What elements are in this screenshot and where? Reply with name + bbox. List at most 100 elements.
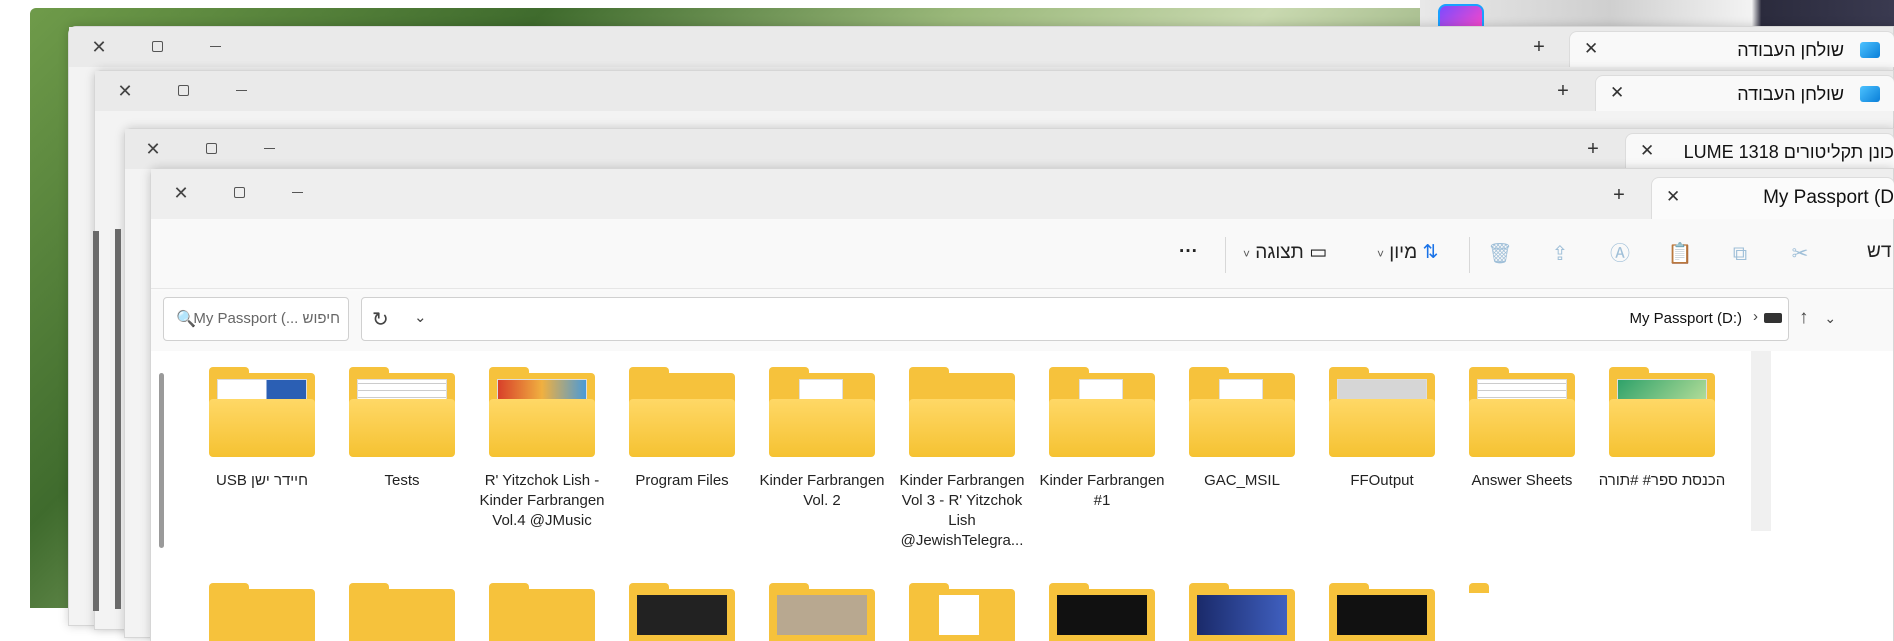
item-label: Tests xyxy=(384,472,420,489)
nav-buttons: ↑ ⌄ xyxy=(1799,307,1836,329)
item-label: Kinder Farbrangen Vol 3 - R' Yitzchok Li… xyxy=(899,472,1025,549)
tab-cd-drive[interactable]: ✕ כונן תקליטורים LUME 1318 xyxy=(1625,133,1894,169)
folder-item[interactable]: FFOutput xyxy=(1317,367,1447,491)
toolbar-separator xyxy=(1225,237,1226,273)
item-label: Answer Sheets xyxy=(1471,472,1573,489)
tab-close-icon[interactable]: ✕ xyxy=(1610,83,1624,103)
up-arrow-icon[interactable]: ↑ xyxy=(1799,307,1809,328)
folder-item[interactable] xyxy=(629,583,735,641)
close-button[interactable]: ✕ xyxy=(167,181,195,205)
maximize-button[interactable] xyxy=(225,181,253,205)
command-bar: ˅ דש ✂ ⧉ 📋 Ⓐ ⇪ 🗑 ⇅ מיון ˅ ▭ תצוגה ˅ ··· xyxy=(151,219,1893,289)
folder-item[interactable]: Program Files xyxy=(617,367,747,491)
scrollbar-thumb[interactable] xyxy=(159,373,164,548)
more-options-button[interactable]: ··· xyxy=(1179,241,1198,269)
search-box[interactable]: 🔍 חיפוש ‪My Passport (...‬ xyxy=(163,297,349,341)
item-label: FFOutput xyxy=(1350,472,1414,489)
folder-item[interactable]: GAC_MSIL xyxy=(1177,367,1307,491)
tab-close-icon[interactable]: ✕ xyxy=(1640,141,1654,161)
file-view: הכנסת ספר# #תורה Answer Sheets FFOutput … xyxy=(151,351,1893,641)
view-icon: ▭ xyxy=(1309,242,1328,263)
search-placeholder: חיפוש ‪My Passport (...‬ xyxy=(193,310,340,327)
item-label: GAC_MSIL xyxy=(1204,472,1280,489)
folder-item[interactable] xyxy=(1049,583,1155,641)
delete-icon[interactable]: 🗑 xyxy=(1485,239,1515,269)
address-bar[interactable]: ↻ ⌄ My Passport (D:) › xyxy=(361,297,1789,341)
scrollbar[interactable] xyxy=(115,229,121,609)
sort-icon: ⇅ xyxy=(1422,242,1439,263)
folder-item[interactable] xyxy=(349,583,455,641)
tab-title: שולחן העבודה xyxy=(1737,84,1844,104)
folder-item[interactable]: Kinder Farbrangen Vol. 2 xyxy=(757,367,887,511)
tab-desktop[interactable]: ✕ שולחן העבודה xyxy=(1569,31,1894,67)
tab-close-icon[interactable]: ✕ xyxy=(1584,39,1598,59)
copy-icon[interactable]: ⧉ xyxy=(1725,239,1755,269)
sort-label: מיון xyxy=(1389,242,1418,263)
minimize-button[interactable] xyxy=(283,181,311,205)
minimize-button[interactable] xyxy=(201,35,229,59)
view-button[interactable]: ▭ תצוגה ˅ xyxy=(1243,241,1327,269)
item-label: חיידר ישן USB xyxy=(216,472,308,489)
folder-item[interactable]: R' Yitzchok Lish - Kinder Farbrangen Vol… xyxy=(477,367,607,531)
new-tab-button[interactable]: + xyxy=(1525,35,1553,59)
tab-title: שולחן העבודה xyxy=(1737,40,1844,60)
folder-item[interactable]: Answer Sheets xyxy=(1457,367,1587,491)
folder-item[interactable] xyxy=(769,583,875,641)
maximize-button[interactable] xyxy=(143,35,171,59)
folder-item[interactable] xyxy=(1189,583,1295,641)
folder-item[interactable]: Kinder Farbrangen Vol 3 - R' Yitzchok Li… xyxy=(897,367,1027,551)
maximize-button[interactable] xyxy=(197,137,225,161)
maximize-button[interactable] xyxy=(169,79,197,103)
folder-item[interactable] xyxy=(1329,583,1435,641)
title-bar: ✕ + ✕ שולחן העבודה xyxy=(69,27,1894,67)
tab-desktop[interactable]: ✕ שולחן העבודה xyxy=(1595,75,1894,111)
tab-title: כונן תקליטורים LUME 1318 xyxy=(1683,142,1894,162)
explorer-window-front: ✕ + ✕ My Passport (D ˅ דש ✂ ⧉ 📋 Ⓐ ⇪ 🗑 ⇅ … xyxy=(150,168,1894,641)
tab-close-icon[interactable]: ✕ xyxy=(1666,187,1680,207)
tab-my-passport[interactable]: ✕ My Passport (D xyxy=(1651,177,1894,219)
folder-item[interactable] xyxy=(209,583,315,641)
minimize-button[interactable] xyxy=(227,79,255,103)
folder-item[interactable]: Kinder Farbrangen #1 xyxy=(1037,367,1167,511)
view-label: תצוגה xyxy=(1255,242,1304,263)
item-label: הכנסת ספר# #תורה xyxy=(1598,472,1726,489)
chevron-down-icon[interactable]: ⌄ xyxy=(414,308,427,326)
breadcrumb-separator[interactable]: › xyxy=(1753,308,1758,325)
folder-item[interactable] xyxy=(489,583,595,641)
item-label: Kinder Farbrangen #1 xyxy=(1039,472,1165,509)
folder-item[interactable]: Tests xyxy=(337,367,467,491)
rename-icon[interactable]: Ⓐ xyxy=(1605,239,1635,269)
title-bar: ✕ + ✕ My Passport (D xyxy=(151,169,1894,219)
sort-button[interactable]: ⇅ מיון ˅ xyxy=(1377,241,1438,269)
folder-item[interactable] xyxy=(909,583,1015,641)
tab-title: My Passport (D xyxy=(1763,187,1894,208)
item-label: Kinder Farbrangen Vol. 2 xyxy=(759,472,885,509)
desktop-icon xyxy=(1860,86,1880,102)
folder-item[interactable]: הכנסת ספר# #תורה xyxy=(1597,367,1727,491)
new-tab-button[interactable]: + xyxy=(1549,79,1577,103)
refresh-icon[interactable]: ↻ xyxy=(372,307,389,332)
paste-icon[interactable]: 📋 xyxy=(1665,239,1695,269)
new-tab-button[interactable]: + xyxy=(1605,183,1633,207)
close-button[interactable]: ✕ xyxy=(111,79,139,103)
scrollbar[interactable] xyxy=(93,231,99,611)
share-icon[interactable]: ⇪ xyxy=(1545,239,1575,269)
desktop-icon xyxy=(1860,42,1880,58)
toolbar-separator xyxy=(1469,237,1470,273)
breadcrumb[interactable]: My Passport (D:) xyxy=(1629,310,1742,327)
new-button[interactable]: ˅ דש xyxy=(1867,241,1894,269)
new-tab-button[interactable]: + xyxy=(1579,137,1607,161)
close-button[interactable]: ✕ xyxy=(139,137,167,161)
scroll-track xyxy=(1751,351,1771,531)
item-label: R' Yitzchok Lish - Kinder Farbrangen Vol… xyxy=(479,472,605,529)
title-bar: ✕ + ✕ שולחן העבודה xyxy=(95,71,1894,111)
title-bar: ✕ + ✕ כונן תקליטורים LUME 1318 xyxy=(125,129,1894,169)
close-button[interactable]: ✕ xyxy=(85,35,113,59)
cut-icon[interactable]: ✂ xyxy=(1785,239,1815,269)
folder-item[interactable]: חיידר ישן USB xyxy=(197,367,327,491)
folder-item[interactable] xyxy=(1469,583,1575,641)
new-label: דש xyxy=(1867,241,1892,262)
minimize-button[interactable] xyxy=(255,137,283,161)
address-row: 🔍 חיפוש ‪My Passport (...‬ ↻ ⌄ My Passpo… xyxy=(151,291,1893,351)
recent-chevron-icon[interactable]: ⌄ xyxy=(1824,310,1836,326)
